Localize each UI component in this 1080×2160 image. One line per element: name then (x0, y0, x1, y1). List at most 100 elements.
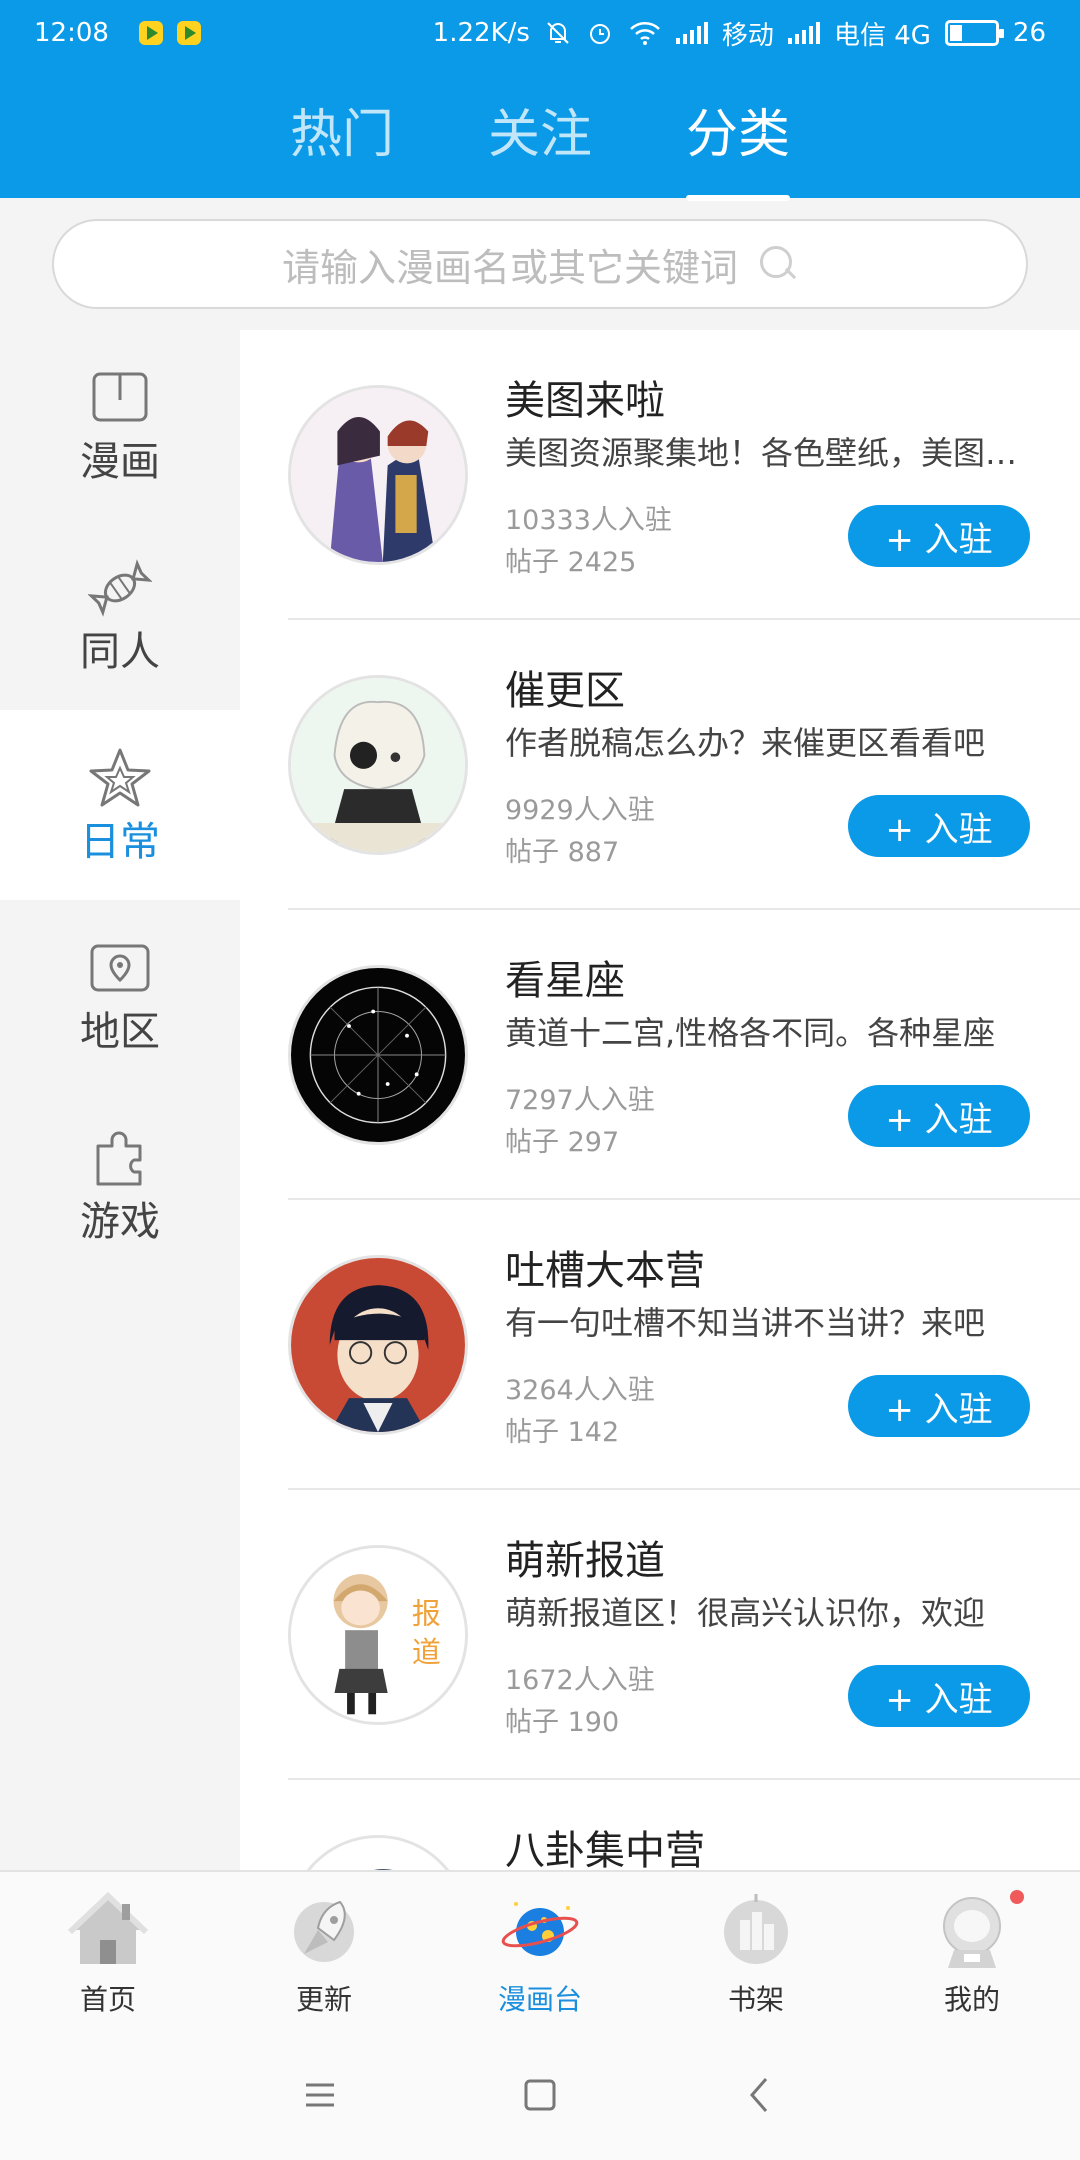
battery-level: 26 (1012, 18, 1046, 48)
back-icon[interactable] (740, 2075, 780, 2115)
mute-bell-icon (547, 22, 569, 44)
category-game[interactable]: 游戏 (0, 1090, 240, 1280)
carrier-1: 移动 (721, 20, 774, 51)
member-count: 10333人入驻 (505, 505, 672, 536)
topic-avatar (288, 1255, 468, 1435)
category-label: 地区 (80, 1009, 160, 1055)
battery-icon (944, 20, 1004, 46)
topic-desc: 作者脱稿怎么办？来催更区看看吧 (505, 724, 986, 762)
video-app-icon (138, 21, 163, 45)
book-icon (92, 372, 148, 422)
member-count: 7297人入驻 (505, 1085, 655, 1116)
member-count: 1672人入驻 (505, 1665, 655, 1696)
category-daily[interactable]: 日常 (0, 710, 240, 900)
category-label: 同人 (80, 629, 160, 675)
list-item[interactable]: 美图来啦 美图资源聚集地！各色壁纸，美图资源聚集 10333人入驻 帖子 242… (240, 330, 1080, 620)
topic-title: 催更区 (505, 668, 625, 714)
join-button[interactable]: + 入驻 (848, 1665, 1030, 1727)
tab-follow[interactable]: 关注 (480, 92, 600, 167)
topic-title: 看星座 (505, 958, 625, 1004)
category-sidebar: 漫画 同人 日常 地区 游戏 (0, 330, 240, 1870)
topic-avatar (288, 675, 468, 855)
search-placeholder: 请输入漫画名或其它关键词 (281, 245, 738, 290)
notification-dot (1010, 1890, 1024, 1904)
topic-avatar (288, 965, 468, 1145)
search-input[interactable]: 请输入漫画名或其它关键词 (52, 219, 1028, 309)
post-count: 帖子 190 (505, 1707, 620, 1738)
category-label: 漫画 (80, 439, 160, 485)
status-bar: 12:08 1.22K/s 移动 电信 4G 26 (0, 0, 1080, 66)
post-count: 帖子 142 (505, 1417, 620, 1448)
candy-icon (88, 559, 152, 617)
topic-avatar (288, 1835, 468, 1870)
tab-category[interactable]: 分类 (678, 92, 798, 201)
carrier-2: 电信 4G (833, 20, 931, 51)
nav-label: 更新 (295, 1983, 352, 2016)
wifi-icon (630, 22, 660, 45)
topic-avatar (288, 385, 468, 565)
nav-update[interactable]: 更新 (216, 1872, 432, 2030)
join-button[interactable]: + 入驻 (848, 505, 1030, 567)
rocket-icon (294, 1900, 354, 1962)
topic-avatar: 报道 (288, 1545, 468, 1725)
list-item[interactable]: 报道 萌新报道 萌新报道区！很高兴认识你，欢迎 1672人入驻 帖子 190 +… (240, 1490, 1080, 1780)
home-square-icon[interactable] (520, 2075, 560, 2115)
nav-label: 我的 (943, 1983, 1000, 2016)
nav-mine[interactable]: 我的 (864, 1872, 1080, 2030)
member-count: 9929人入驻 (505, 795, 655, 826)
post-count: 帖子 297 (505, 1127, 620, 1158)
list-item[interactable]: 看星座 黄道十二宫,性格各不同。各种星座 7297人入驻 帖子 297 + 入驻 (240, 910, 1080, 1200)
video-app-icon-2 (176, 21, 201, 45)
puzzle-icon (96, 1131, 142, 1186)
join-button[interactable]: + 入驻 (848, 1085, 1030, 1147)
list-item[interactable]: 催更区 作者脱稿怎么办？来催更区看看吧 9929人入驻 帖子 887 + 入驻 (240, 620, 1080, 910)
topic-list: 美图来啦 美图资源聚集地！各色壁纸，美图资源聚集 10333人入驻 帖子 242… (240, 330, 1080, 1870)
join-button[interactable]: + 入驻 (848, 795, 1030, 857)
topic-title: 吐槽大本营 (505, 1248, 705, 1294)
topic-title: 八卦集中营 (505, 1828, 705, 1870)
badge-text-1: 报 (412, 1596, 441, 1630)
post-count: 帖子 2425 (505, 547, 637, 578)
nav-home[interactable]: 首页 (0, 1872, 216, 2030)
category-label: 游戏 (80, 1199, 160, 1245)
alarm-icon (589, 24, 610, 44)
app-header: 12:08 1.22K/s 移动 电信 4G 26 热门 关注 分类 (0, 0, 1080, 201)
topic-title: 萌新报道 (505, 1538, 665, 1584)
star-icon (89, 748, 151, 807)
category-label: 日常 (80, 819, 160, 865)
topic-desc: 有一句吐槽不知当讲不当讲？来吧 (505, 1304, 986, 1342)
category-region[interactable]: 地区 (0, 900, 240, 1090)
signal-icon (675, 22, 708, 44)
system-nav-bar (0, 2030, 1080, 2160)
menu-icon[interactable] (300, 2075, 340, 2115)
topic-desc: 美图资源聚集地！各色壁纸，美图资源聚集 (505, 434, 1025, 472)
topic-desc: 黄道十二宫,性格各不同。各种星座 (505, 1014, 996, 1052)
list-item[interactable]: 吐槽大本营 有一句吐槽不知当讲不当讲？来吧 3264人入驻 帖子 142 + 入… (240, 1200, 1080, 1490)
category-fan[interactable]: 同人 (0, 520, 240, 710)
location-icon (90, 944, 150, 992)
home-icon (67, 1891, 149, 1964)
bottom-nav: 首页 更新 漫画台 书架 我的 (0, 1870, 1080, 2030)
nav-label: 书架 (727, 1983, 784, 2016)
network-speed: 1.22K/s (432, 18, 530, 48)
list-item[interactable]: 八卦集中营 (240, 1780, 1080, 1870)
nav-label: 首页 (79, 1983, 136, 2016)
join-button[interactable]: + 入驻 (848, 1375, 1030, 1437)
nav-comic-platform[interactable]: 漫画台 (432, 1872, 648, 2030)
category-comic[interactable]: 漫画 (0, 330, 240, 520)
astronaut-icon (943, 1897, 1001, 1968)
planet-icon (501, 1902, 579, 1956)
topic-title: 美图来啦 (505, 378, 665, 424)
status-time: 12:08 (34, 18, 109, 48)
tab-hot[interactable]: 热门 (282, 92, 402, 167)
topic-desc: 萌新报道区！很高兴认识你，欢迎 (505, 1594, 986, 1632)
member-count: 3264人入驻 (505, 1375, 655, 1406)
nav-label: 漫画台 (497, 1983, 582, 2016)
top-tabs: 热门 关注 分类 (0, 92, 1080, 201)
badge-text-2: 道 (412, 1635, 441, 1669)
signal-icon-2 (787, 22, 820, 44)
search-icon[interactable] (758, 244, 798, 284)
nav-bookshelf[interactable]: 书架 (648, 1872, 864, 2030)
post-count: 帖子 887 (505, 837, 620, 868)
bookshelf-icon (724, 1894, 788, 1964)
